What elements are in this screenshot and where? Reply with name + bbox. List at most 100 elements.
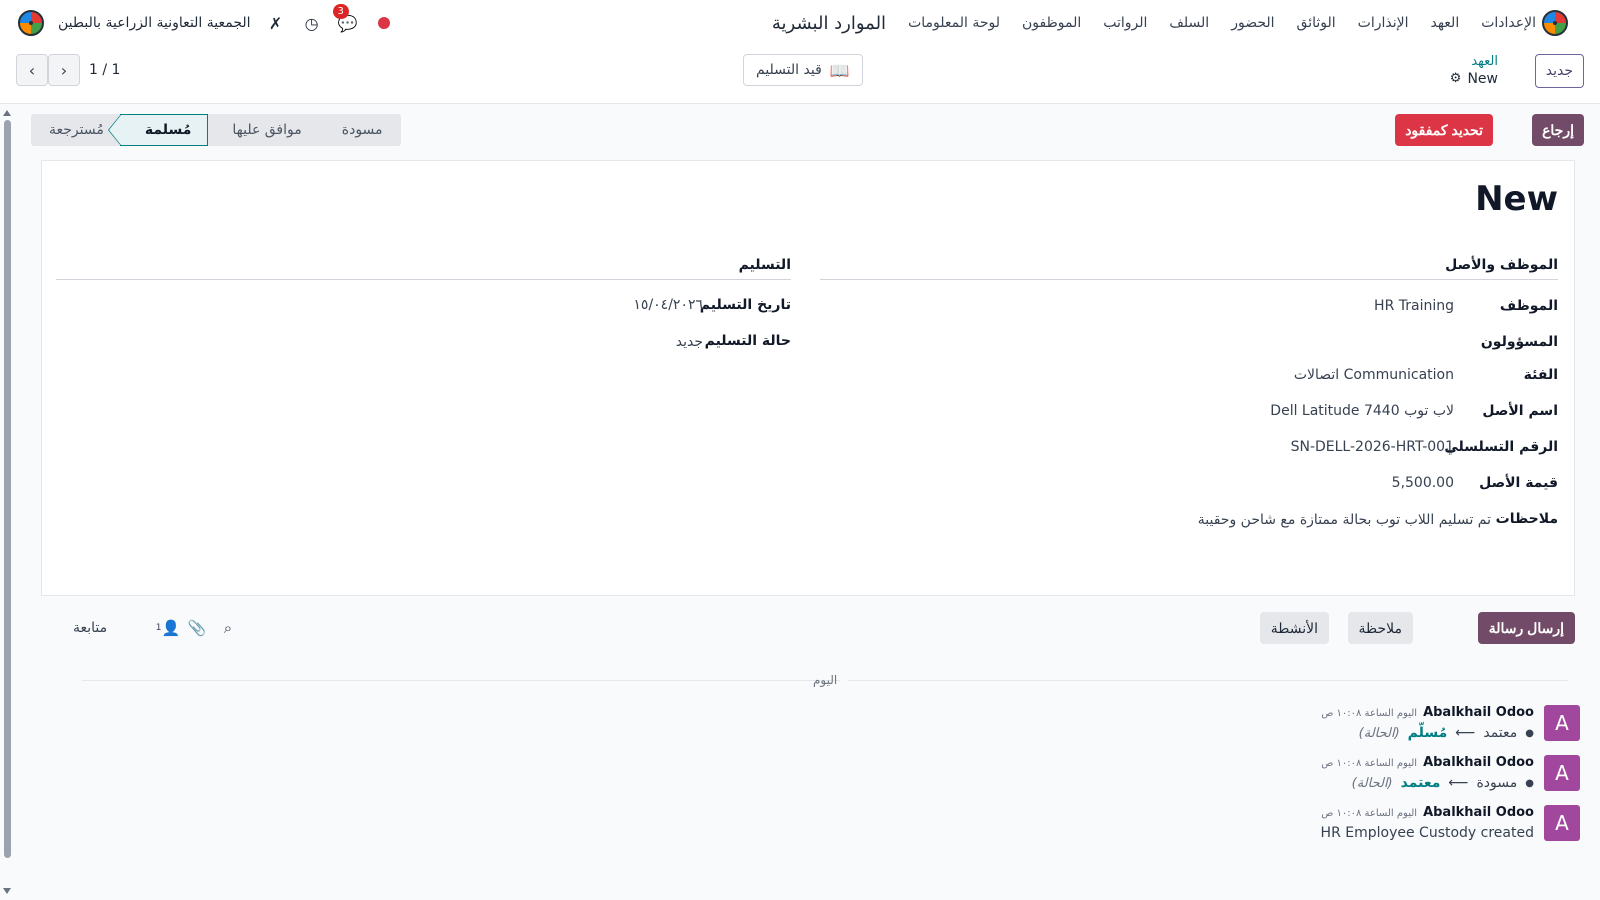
chatter-message: A Abalkhail Odoo اليوم الساعة ١٠:٠٨ ص ● … bbox=[880, 755, 1580, 799]
gear-icon[interactable]: ⚙ bbox=[1450, 70, 1462, 88]
avatar[interactable]: A bbox=[1544, 755, 1580, 791]
message-header: Abalkhail Odoo اليوم الساعة ١٠:٠٨ ص bbox=[1321, 805, 1534, 820]
menu-attendance[interactable]: الحضور bbox=[1231, 15, 1274, 31]
scroll-down-icon[interactable] bbox=[3, 888, 11, 894]
group-delivery-title: التسليم bbox=[56, 257, 791, 280]
tracking-old-value: مسودة bbox=[1476, 775, 1518, 791]
mark-lost-button[interactable]: تحديد كمفقود bbox=[1395, 114, 1493, 146]
control-panel: ‹ › 1 / 1 📖 قيد التسليم جديد العهد New ⚙ bbox=[0, 46, 1600, 104]
chatter-topbar: إرسال رسالة ملاحظة الأنشطة متابعة 1 👤 📎 ⌕ bbox=[41, 612, 1575, 646]
responsibles-label: المسؤولون bbox=[1480, 334, 1558, 350]
pager-previous-icon[interactable]: ‹ bbox=[16, 54, 48, 86]
tracking-value: ● مسودة ⟵ معتمد (الحالة) bbox=[1352, 775, 1534, 791]
breadcrumb-current: New ⚙ bbox=[1450, 70, 1498, 88]
chatter-message: A Abalkhail Odoo اليوم الساعة ١٠:٠٨ ص ● … bbox=[880, 705, 1580, 749]
chatter-message: A Abalkhail Odoo اليوم الساعة ١٠:٠٨ ص HR… bbox=[880, 805, 1580, 849]
menu-advances[interactable]: السلف bbox=[1169, 15, 1209, 31]
message-text: HR Employee Custody created bbox=[1320, 825, 1534, 841]
today-divider-right bbox=[848, 680, 1568, 681]
tracking-field-name: (الحالة) bbox=[1351, 775, 1393, 791]
today-label: اليوم bbox=[813, 673, 838, 687]
main-menu: الموارد البشرية لوحة المعلومات الموظفون … bbox=[772, 0, 1536, 46]
app-brand[interactable]: الموارد البشرية bbox=[772, 13, 886, 34]
message-header: Abalkhail Odoo اليوم الساعة ١٠:٠٨ ص bbox=[1321, 705, 1534, 720]
pager-next-icon[interactable]: › bbox=[48, 54, 80, 86]
asset-value-label: قيمة الأصل bbox=[1479, 475, 1558, 491]
handover-button[interactable]: 📖 قيد التسليم bbox=[743, 54, 863, 86]
scroll-thumb[interactable] bbox=[4, 120, 11, 858]
activities-button[interactable]: الأنشطة bbox=[1259, 612, 1329, 644]
followers-icon[interactable]: 1 👤 bbox=[156, 618, 180, 638]
form-sheet: New الموظف والأصل التسليم الموظف HR Trai… bbox=[41, 160, 1575, 596]
new-button[interactable]: جديد bbox=[1534, 54, 1584, 88]
avatar[interactable]: A bbox=[1544, 705, 1580, 741]
record-title[interactable]: New bbox=[1475, 179, 1558, 219]
message-body: HR Employee Custody created bbox=[1321, 825, 1534, 841]
chat-icon[interactable]: 💬 3 bbox=[332, 4, 359, 34]
log-note-button[interactable]: ملاحظة bbox=[1347, 612, 1413, 644]
search-icon[interactable]: ⌕ bbox=[218, 618, 238, 638]
menu-dashboard[interactable]: لوحة المعلومات bbox=[908, 15, 1000, 31]
stage-delivered[interactable]: مُسلمة bbox=[107, 114, 209, 146]
handover-label: قيد التسليم bbox=[756, 62, 822, 78]
tracking-field-name: (الحالة) bbox=[1358, 725, 1400, 741]
delivery-date-value[interactable]: ١٥/٠٤/٢٠٢٦ bbox=[633, 297, 703, 313]
employee-value[interactable]: HR Training bbox=[1374, 298, 1454, 314]
top-navbar: الموارد البشرية لوحة المعلومات الموظفون … bbox=[0, 0, 1600, 46]
tracking-new-value: مُسلّم bbox=[1407, 725, 1448, 741]
follow-button[interactable]: متابعة bbox=[73, 620, 107, 636]
tracking-old-value: معتمد bbox=[1483, 725, 1518, 741]
menu-custody[interactable]: العهد bbox=[1431, 15, 1460, 31]
pager-value[interactable]: 1 / 1 bbox=[89, 62, 120, 78]
bullet-icon: ● bbox=[1525, 777, 1534, 789]
stage-returned[interactable]: مُسترجعة bbox=[31, 114, 120, 146]
breadcrumb-parent[interactable]: العهد bbox=[1450, 54, 1498, 70]
serial-number-label: الرقم التسلسلي bbox=[1444, 439, 1558, 455]
return-button[interactable]: إرجاع bbox=[1532, 114, 1584, 146]
asset-value-value[interactable]: 5,500.00 bbox=[1392, 475, 1454, 491]
systray: الجمعية التعاونية الزراعية بالبطين ✗ ◷ 💬… bbox=[58, 0, 395, 46]
hr-app-icon[interactable] bbox=[1542, 10, 1568, 36]
message-author[interactable]: Abalkhail Odoo bbox=[1423, 705, 1534, 720]
send-message-button[interactable]: إرسال رسالة bbox=[1477, 612, 1575, 644]
group-employee-title: الموظف والأصل bbox=[820, 257, 1558, 280]
notes-value[interactable]: تم تسليم اللاب توب بحالة ممتازة مع شاحن … bbox=[1198, 512, 1491, 528]
category-label: الفئة bbox=[1523, 367, 1558, 383]
arrow-left-icon: ⟵ bbox=[1448, 775, 1469, 791]
chat-badge: 3 bbox=[332, 4, 349, 19]
avatar[interactable]: A bbox=[1544, 805, 1580, 841]
bullet-icon: ● bbox=[1525, 727, 1534, 739]
breadcrumb: العهد New ⚙ bbox=[1450, 54, 1498, 88]
asset-name-label: اسم الأصل bbox=[1482, 403, 1558, 419]
company-name[interactable]: الجمعية التعاونية الزراعية بالبطين bbox=[58, 15, 251, 31]
serial-number-value[interactable]: SN-DELL-2026-HRT-001 bbox=[1291, 439, 1454, 455]
book-icon: 📖 bbox=[829, 60, 850, 80]
today-divider-left bbox=[82, 680, 840, 681]
menu-warnings[interactable]: الإنذارات bbox=[1358, 15, 1409, 31]
category-value[interactable]: Communication اتصالات bbox=[1294, 367, 1454, 383]
tracking-new-value: معتمد bbox=[1400, 775, 1441, 791]
delivery-date-label: تاريخ التسليم bbox=[699, 297, 791, 313]
message-time: اليوم الساعة ١٠:٠٨ ص bbox=[1321, 758, 1418, 769]
message-author[interactable]: Abalkhail Odoo bbox=[1423, 805, 1534, 820]
company-logo-icon[interactable] bbox=[18, 10, 44, 36]
notes-label: ملاحظات bbox=[1495, 511, 1558, 527]
paperclip-icon[interactable]: 📎 bbox=[187, 618, 207, 638]
menu-documents[interactable]: الوثائق bbox=[1297, 15, 1336, 31]
debug-tools-icon[interactable]: ✗ bbox=[265, 12, 287, 34]
scroll-up-icon[interactable] bbox=[3, 110, 11, 116]
menu-employees[interactable]: الموظفون bbox=[1022, 15, 1081, 31]
activity-clock-icon[interactable]: ◷ bbox=[301, 12, 323, 34]
status-dot-icon[interactable] bbox=[373, 12, 395, 34]
scrollbar[interactable] bbox=[2, 108, 12, 900]
stage-approved[interactable]: موافق عليها bbox=[208, 114, 318, 146]
menu-payroll[interactable]: الرواتب bbox=[1103, 15, 1147, 31]
message-time: اليوم الساعة ١٠:٠٨ ص bbox=[1321, 708, 1418, 719]
menu-settings[interactable]: الإعدادات bbox=[1481, 15, 1536, 31]
asset-name-value[interactable]: لاب توب Dell Latitude 7440 bbox=[1270, 403, 1454, 419]
stage-draft[interactable]: مسودة bbox=[317, 114, 401, 146]
breadcrumb-current-label: New bbox=[1467, 71, 1498, 87]
delivery-status-value[interactable]: جديد bbox=[676, 334, 703, 350]
message-author[interactable]: Abalkhail Odoo bbox=[1423, 755, 1534, 770]
employee-label: الموظف bbox=[1499, 298, 1558, 314]
